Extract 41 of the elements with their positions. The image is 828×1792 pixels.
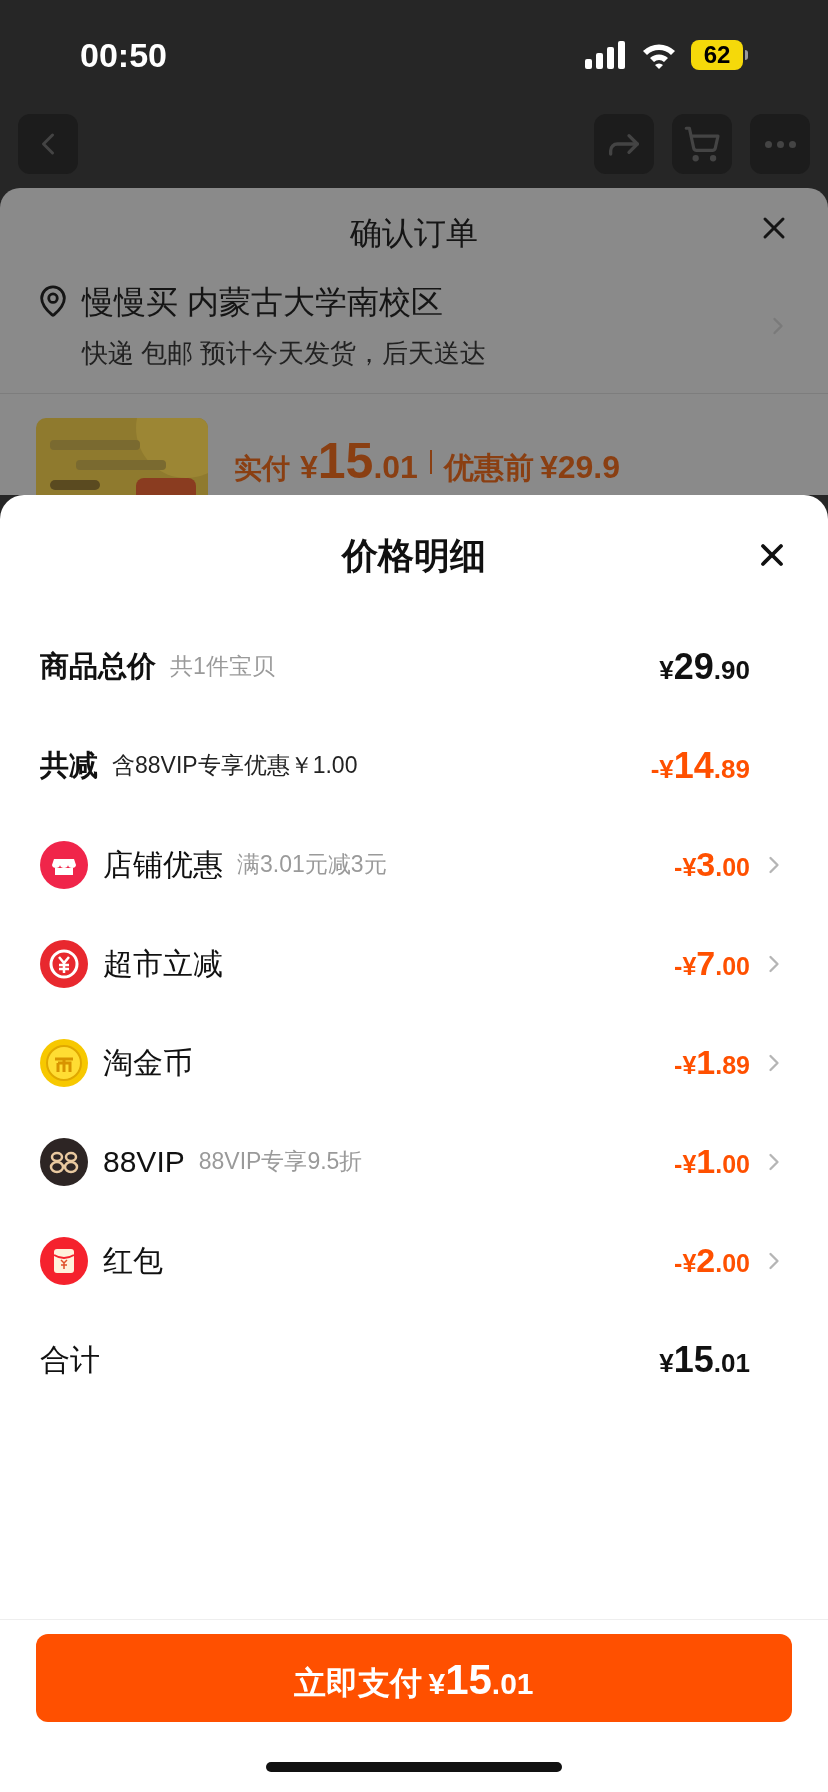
row-amount: -¥2.00 [674,1240,750,1281]
row-amount: -¥1.89 [674,1042,750,1083]
cart-icon [683,125,721,163]
delivery-info: 快递 包邮 预计今天发货，后天送达 [82,337,488,370]
row-note: 含88VIP专享优惠￥1.00 [112,751,358,781]
more-button[interactable] [750,114,810,174]
row-amount: ¥29.90 [659,644,750,689]
address-name: 慢慢买 内蒙古大学南校区 [82,283,444,322]
paid-label: 实付 [234,452,290,486]
pay-button[interactable]: 立即支付 ¥15.01 [36,1634,792,1722]
original-price: ¥29.9 [539,448,620,487]
paid-amount: ¥15.01 [300,432,418,491]
cart-button[interactable] [672,114,732,174]
row-label: 店铺优惠 [103,847,223,883]
row-label: 超市立减 [103,946,223,982]
sheet-title: 价格明细 [342,534,486,578]
coin-icon [40,1038,88,1087]
row-label: 共减 [40,747,98,783]
signal-icon [585,41,627,69]
row-amount: ¥15.01 [659,1337,750,1382]
row-note: 满3.01元减3元 [237,850,387,880]
share-button[interactable] [594,114,654,174]
row-label: 淘金币 [103,1045,193,1081]
row-amount: -¥14.89 [650,743,750,788]
row-label: 合计 [40,1342,100,1378]
row-label: 商品总价 [40,648,156,684]
row-amount: -¥1.00 [674,1141,750,1182]
sheet-title: 确认订单 [350,214,478,253]
vip-badge-icon [40,1137,88,1186]
status-time: 00:50 [80,34,167,76]
row-amount: -¥3.00 [674,844,750,885]
row-note: 88VIP专享9.5折 [198,1147,363,1177]
row-note: 共1件宝贝 [170,652,275,682]
yuan-coin-icon [40,939,88,988]
back-button[interactable] [18,114,78,174]
row-label: 88VIP [103,1144,185,1180]
row-amount: -¥7.00 [674,943,750,984]
envelope-icon [40,1236,88,1285]
original-price-label: 优惠前 [443,450,534,486]
shop-icon [40,840,88,889]
row-label: 红包 [103,1243,163,1279]
